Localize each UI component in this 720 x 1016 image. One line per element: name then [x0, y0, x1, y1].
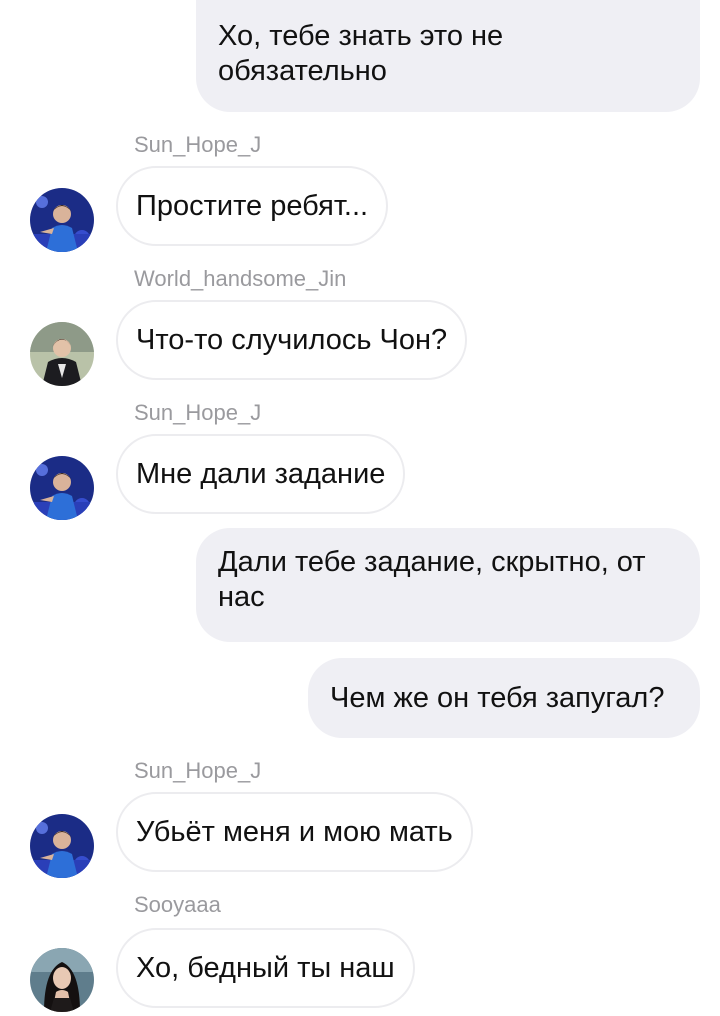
- incoming-message[interactable]: Мне дали задание: [116, 434, 406, 514]
- sender-name: Sun_Hope_J: [134, 758, 262, 783]
- incoming-message[interactable]: Простите ребят...: [116, 166, 389, 246]
- dark-hair-woman-avatar[interactable]: [30, 948, 94, 1012]
- chat-thread: Хо, тебе знать это не обязательно Sun_Ho…: [0, 0, 720, 1016]
- blue-stage-person-avatar[interactable]: [30, 188, 94, 252]
- incoming-message[interactable]: Что-то случилось Чон?: [116, 300, 468, 380]
- sender-name: Sun_Hope_J: [134, 400, 262, 425]
- outgoing-message[interactable]: Чем же он тебя запугал?: [308, 658, 700, 738]
- outgoing-message[interactable]: Хо, тебе знать это не обязательно: [196, 0, 700, 112]
- dark-suit-person-avatar[interactable]: [30, 322, 94, 386]
- blue-stage-person-avatar[interactable]: [30, 814, 94, 878]
- outgoing-message[interactable]: Дали тебе задание, скрытно, от нас: [196, 528, 700, 642]
- incoming-message[interactable]: Убьёт меня и мою мать: [116, 792, 473, 872]
- incoming-message[interactable]: Хо, бедный ты наш: [116, 928, 415, 1008]
- sender-name: Sun_Hope_J: [134, 132, 262, 157]
- blue-stage-person-avatar[interactable]: [30, 456, 94, 520]
- sender-name: World_handsome_Jin: [134, 266, 347, 291]
- sender-name: Sooyaaa: [134, 892, 221, 917]
